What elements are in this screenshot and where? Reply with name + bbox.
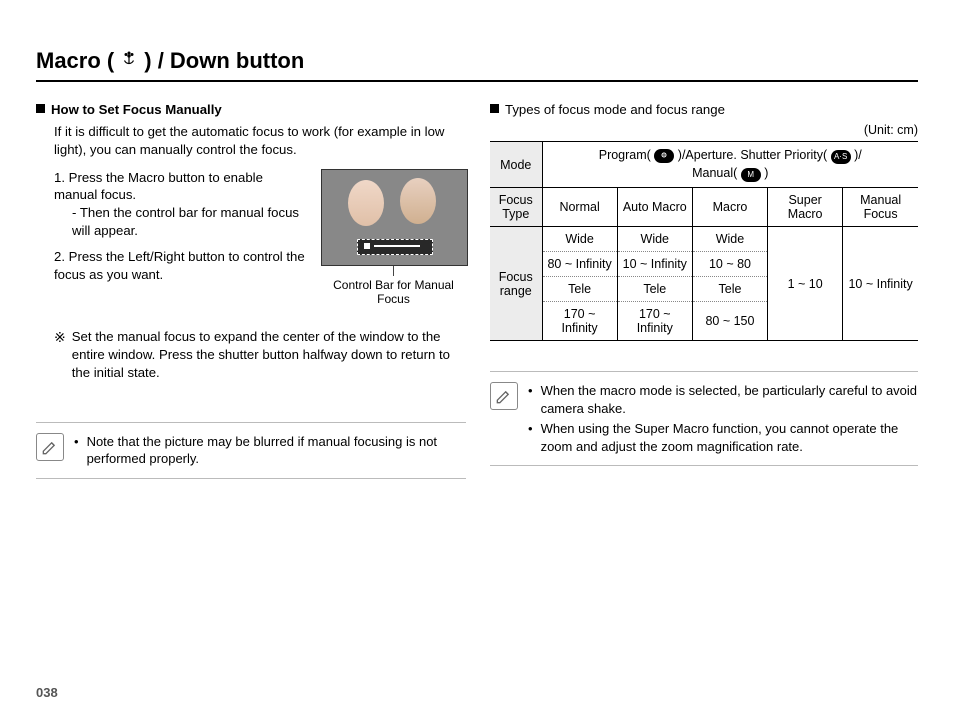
square-bullet-icon	[490, 104, 499, 113]
note-text-left: Note that the picture may be blurred if …	[74, 433, 466, 468]
mode-text-b: )/Aperture. Shutter Priority(	[678, 148, 827, 162]
wide-label-1: Wide	[542, 227, 617, 252]
tele-val-macro: 80 ~ 150	[692, 302, 767, 341]
note-pencil-icon	[490, 382, 518, 410]
focus-range-header: Focus range	[490, 227, 542, 341]
bullet-icon	[528, 382, 539, 417]
example-photo-block: Control Bar for Manual Focus	[321, 169, 466, 307]
mode-text-e: )	[764, 166, 768, 180]
flower-icon	[120, 48, 138, 74]
page-title: Macro ( ) / Down button	[36, 48, 918, 82]
title-suffix: ) / Down button	[144, 48, 304, 74]
right-column: Types of focus mode and focus range (Uni…	[490, 102, 918, 479]
tele-val-auto-macro: 170 ~ Infinity	[617, 302, 692, 341]
focus-type-normal: Normal	[542, 188, 617, 227]
reference-mark-icon: ※	[54, 328, 66, 381]
tele-label-3: Tele	[692, 277, 767, 302]
focus-type-manual-focus: Manual Focus	[843, 188, 918, 227]
tele-label-1: Tele	[542, 277, 617, 302]
title-prefix: Macro (	[36, 48, 114, 74]
note-left-content: Note that the picture may be blurred if …	[87, 433, 466, 468]
reference-note: ※ Set the manual focus to expand the cen…	[54, 328, 466, 381]
note-right-2: When using the Super Macro function, you…	[541, 420, 918, 455]
control-bar-overlay	[357, 239, 433, 255]
program-mode-icon	[654, 149, 674, 163]
step-1-sub: - Then the control bar for manual focus …	[72, 204, 307, 240]
example-photo	[321, 169, 468, 266]
reference-text: Set the manual focus to expand the cente…	[72, 328, 466, 381]
step-2: 2. Press the Left/Right button to contro…	[54, 248, 307, 284]
right-heading: Types of focus mode and focus range	[490, 102, 918, 117]
step-1: 1. Press the Macro button to enable manu…	[54, 169, 307, 240]
left-heading: How to Set Focus Manually	[36, 102, 466, 117]
manual-focus-value: 10 ~ Infinity	[843, 227, 918, 341]
focus-range-table: Mode Program( )/Aperture. Shutter Priori…	[490, 141, 918, 341]
wide-label-2: Wide	[617, 227, 692, 252]
manual-mode-icon: M	[741, 168, 761, 182]
bullet-icon	[74, 433, 85, 468]
note-text-right: When the macro mode is selected, be part…	[528, 382, 918, 455]
note-box-left: Note that the picture may be blurred if …	[36, 422, 466, 479]
tele-label-2: Tele	[617, 277, 692, 302]
mode-value: Program( )/Aperture. Shutter Priority( A…	[542, 142, 918, 188]
wide-val-normal: 80 ~ Infinity	[542, 252, 617, 277]
wide-val-auto-macro: 10 ~ Infinity	[617, 252, 692, 277]
bullet-icon	[528, 420, 539, 455]
intro-paragraph: If it is difficult to get the automatic …	[54, 123, 466, 159]
note-pencil-icon	[36, 433, 64, 461]
mode-text-a: Program(	[599, 148, 651, 162]
step-1-text: 1. Press the Macro button to enable manu…	[54, 170, 263, 203]
note-box-right: When the macro mode is selected, be part…	[490, 371, 918, 466]
wide-val-macro: 10 ~ 80	[692, 252, 767, 277]
photo-caption: Control Bar for Manual Focus	[321, 278, 466, 307]
note-right-1: When the macro mode is selected, be part…	[541, 382, 918, 417]
mode-header: Mode	[490, 142, 542, 188]
aperture-shutter-priority-icon: A·S	[831, 150, 851, 164]
page-number: 038	[36, 685, 58, 700]
tele-val-normal: 170 ~ Infinity	[542, 302, 617, 341]
mode-text-c: )/	[854, 148, 862, 162]
left-heading-text: How to Set Focus Manually	[51, 102, 222, 117]
focus-type-macro: Macro	[692, 188, 767, 227]
pointer-line	[393, 266, 394, 276]
wide-label-3: Wide	[692, 227, 767, 252]
left-column: How to Set Focus Manually If it is diffi…	[36, 102, 466, 479]
unit-label: (Unit: cm)	[490, 123, 918, 137]
right-heading-text: Types of focus mode and focus range	[505, 102, 725, 117]
focus-type-auto-macro: Auto Macro	[617, 188, 692, 227]
super-macro-value: 1 ~ 10	[768, 227, 843, 341]
square-bullet-icon	[36, 104, 45, 113]
focus-type-super-macro: Super Macro	[768, 188, 843, 227]
mode-text-d: Manual(	[692, 166, 737, 180]
focus-type-header: Focus Type	[490, 188, 542, 227]
